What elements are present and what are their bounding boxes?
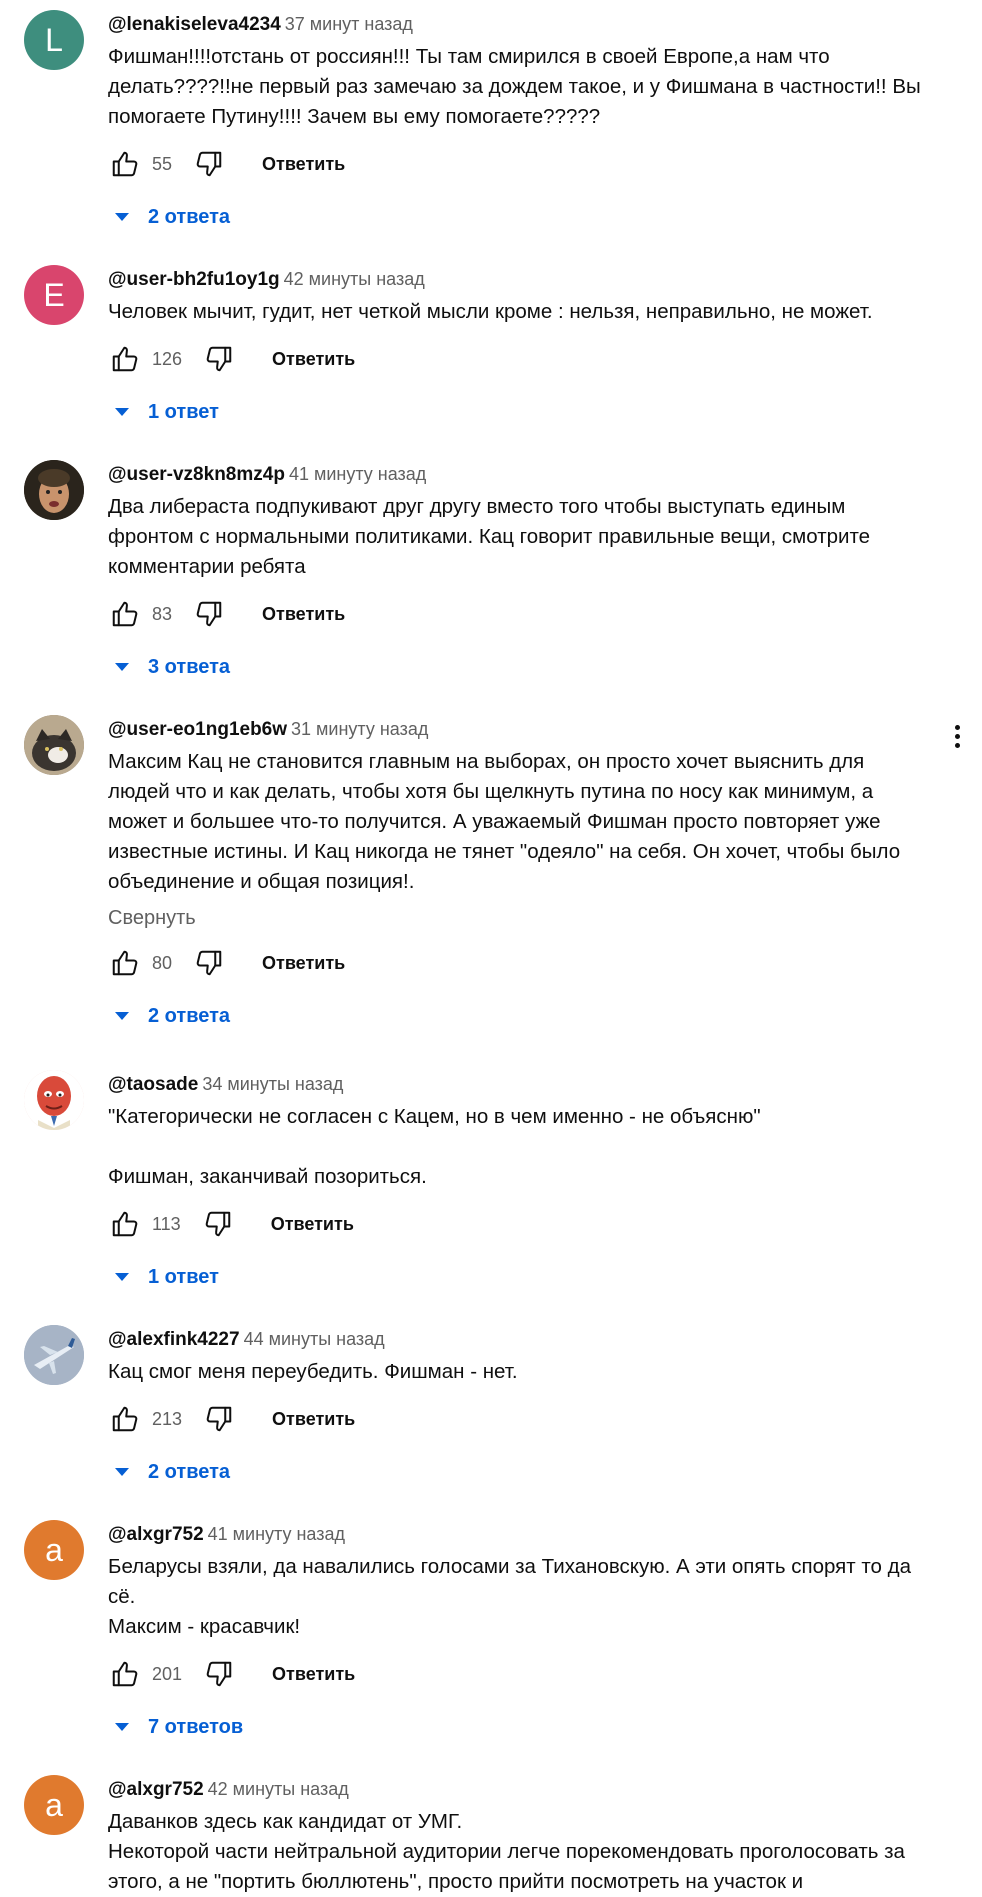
comment-text: Человек мычит, гудит, нет четкой мысли к… [108,300,873,323]
comment-time[interactable]: 42 минуты назад [284,269,425,289]
collapse-button[interactable]: Свернуть [108,905,928,931]
like-count: 83 [152,603,173,624]
airplane-photo-icon [24,1325,84,1385]
replies-label: 2 ответа [148,205,231,228]
like-icon[interactable] [108,1657,142,1691]
avatar-letter: a [45,1786,63,1823]
chevron-down-icon [115,1723,129,1731]
comment-author[interactable]: @taosade [108,1074,198,1095]
avatar[interactable]: a [24,1775,84,1835]
avatar[interactable]: a [24,1520,84,1580]
replies-label: 2 ответа [148,1460,231,1483]
comment-author[interactable]: @lenakiseleva4234 [108,14,281,35]
like-icon[interactable] [108,147,142,181]
view-replies-button[interactable]: 2 ответа [114,1452,928,1492]
reply-button[interactable]: Ответить [271,1214,354,1235]
reply-button[interactable]: Ответить [272,349,355,370]
like-count: 201 [152,1663,183,1684]
reply-button[interactable]: Ответить [272,1409,355,1430]
avatar-letter: L [45,21,63,58]
cartoon-avatar-icon [24,1070,84,1130]
view-replies-button[interactable]: 7 ответов [114,1707,928,1747]
comment-text: Максим Кац не становится главным на выбо… [108,750,906,893]
reply-button[interactable]: Ответить [262,953,345,974]
chevron-down-icon [115,1468,129,1476]
like-count: 80 [152,952,173,973]
view-replies-button[interactable]: 1 ответ [114,1257,928,1297]
chevron-down-icon [115,213,129,221]
like-count: 126 [152,348,183,369]
comment-author[interactable]: @user-vz8kn8mz4p [108,464,285,485]
reply-button[interactable]: Ответить [262,604,345,625]
comment-time[interactable]: 42 минуты назад [208,1779,349,1799]
reply-button[interactable]: Ответить [272,1664,355,1685]
comment-text: Беларусы взяли, да навалились голосами з… [108,1555,911,1638]
comment-time[interactable]: 34 минуты назад [202,1074,343,1094]
avatar[interactable] [24,715,84,775]
like-icon[interactable] [108,597,142,631]
comment-text: Фишман!!!!отстань от россиян!!! Ты там с… [108,45,927,128]
comment-time[interactable]: 37 минут назад [285,14,413,34]
dislike-icon[interactable] [201,1207,235,1241]
comment-text: Кац смог меня переубедить. Фишман - нет. [108,1360,518,1383]
dislike-icon[interactable] [192,597,226,631]
avatar[interactable] [24,1070,84,1130]
like-count: 113 [152,1213,181,1234]
dislike-icon[interactable] [192,946,226,980]
comment-author[interactable]: @alxgr752 [108,1779,204,1800]
comment-author[interactable]: @alxgr752 [108,1524,204,1545]
replies-label: 1 ответ [148,1265,219,1288]
replies-label: 1 ответ [148,400,219,423]
replies-label: 2 ответа [148,1004,231,1027]
cat-photo-icon [24,715,84,775]
avatar[interactable] [24,1325,84,1385]
comment-text: Два либераста подпукивают друг другу вме… [108,495,876,578]
like-icon[interactable] [108,1402,142,1436]
dislike-icon[interactable] [202,1402,236,1436]
comment-time[interactable]: 44 минуты назад [244,1329,385,1349]
replies-label: 3 ответа [148,655,231,678]
like-count: 55 [152,153,173,174]
avatar[interactable] [24,460,84,520]
dislike-icon[interactable] [202,1657,236,1691]
comment-time[interactable]: 41 минуту назад [289,464,426,484]
view-replies-button[interactable]: 2 ответа [114,197,928,237]
comment-author[interactable]: @user-bh2fu1oy1g [108,269,280,290]
chevron-down-icon [115,663,129,671]
comment-text: "Категорически не согласен с Кацем, но в… [108,1105,761,1188]
like-count: 213 [152,1408,183,1429]
more-actions-icon[interactable] [952,725,962,753]
view-replies-button[interactable]: 1 ответ [114,392,928,432]
like-icon[interactable] [108,342,142,376]
chevron-down-icon [115,1273,129,1281]
chevron-down-icon [115,408,129,416]
comment-author[interactable]: @alexfink4227 [108,1329,240,1350]
view-replies-button[interactable]: 3 ответа [114,647,928,687]
comment-author[interactable]: @user-eo1ng1eb6w [108,719,287,740]
user-photo-icon [24,460,84,520]
like-icon[interactable] [108,946,142,980]
dislike-icon[interactable] [192,147,226,181]
view-replies-button[interactable]: 2 ответа [114,996,928,1036]
avatar-letter: E [43,276,65,313]
comment-time[interactable]: 31 минуту назад [291,719,428,739]
dislike-icon[interactable] [202,342,236,376]
avatar[interactable]: L [24,10,84,70]
comment-text: Даванков здесь как кандидат от УМГ. Неко… [108,1810,905,1893]
avatar[interactable]: E [24,265,84,325]
chevron-down-icon [115,1012,129,1020]
avatar-letter: a [45,1531,63,1568]
reply-button[interactable]: Ответить [262,154,345,175]
like-icon[interactable] [108,1207,142,1241]
replies-label: 7 ответов [148,1715,244,1738]
comment-time[interactable]: 41 минуту назад [208,1524,345,1544]
